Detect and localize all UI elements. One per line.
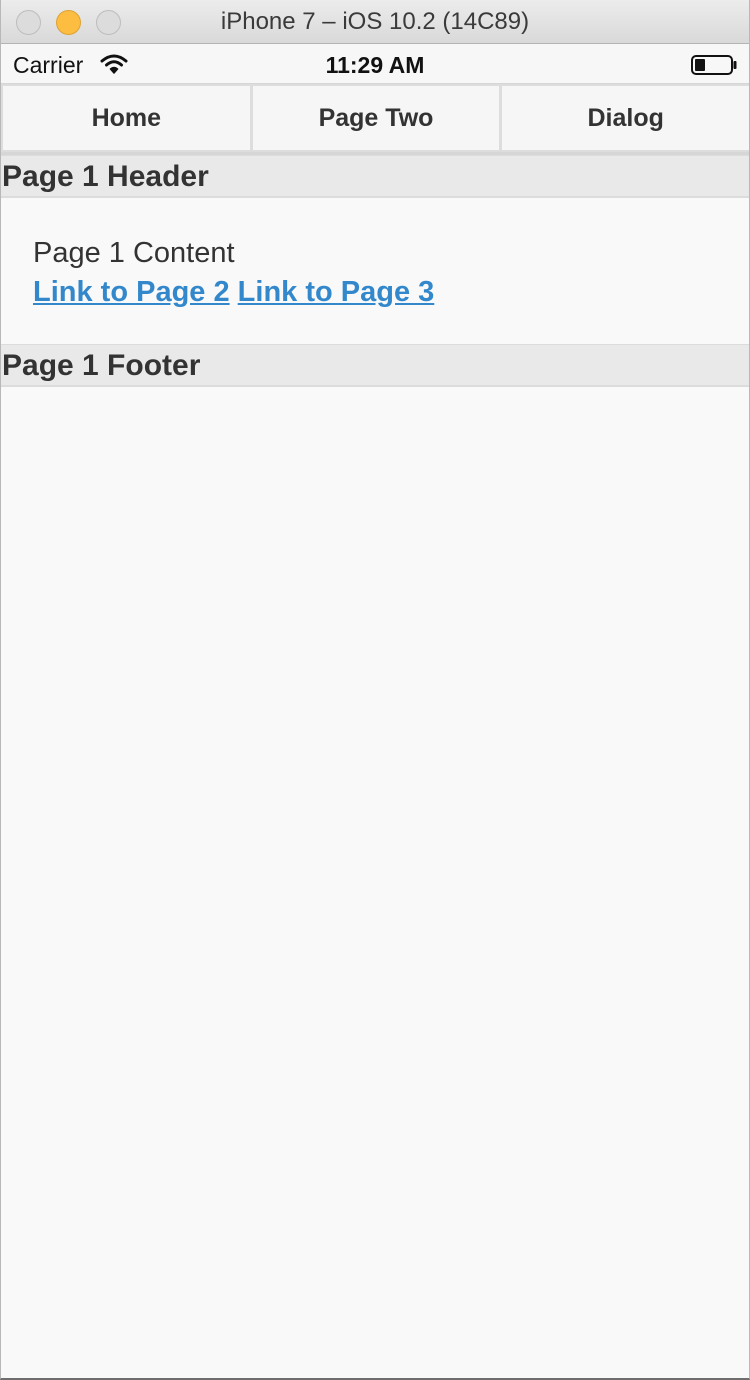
window-title: iPhone 7 – iOS 10.2 (14C89): [220, 8, 530, 35]
links-row: Link to Page 2 Link to Page 3: [33, 272, 717, 312]
status-time: 11:29 AM: [325, 52, 425, 78]
navbar: Home Page Two Dialog: [1, 84, 750, 155]
nav-home-button[interactable]: Home: [1, 84, 251, 152]
ios-status-bar: Carrier 11:29 AM: [1, 44, 749, 84]
page-footer: Page 1 Footer: [1, 344, 749, 387]
page-header: Page 1 Header: [1, 155, 749, 198]
link-to-page-3[interactable]: Link to Page 3: [238, 276, 435, 308]
simulator-window: iPhone 7 – iOS 10.2 (14C89) Carrier 11:2…: [0, 0, 750, 1380]
nav-dialog-button[interactable]: Dialog: [500, 84, 750, 152]
nav-page-two-button[interactable]: Page Two: [250, 84, 501, 152]
page-content: Page 1 Content Link to Page 2 Link to Pa…: [1, 198, 749, 344]
window-titlebar: iPhone 7 – iOS 10.2 (14C89): [1, 0, 749, 44]
link-to-page-2[interactable]: Link to Page 2: [33, 276, 230, 308]
content-text: Page 1 Content: [33, 237, 235, 269]
battery-icon: [691, 55, 737, 75]
